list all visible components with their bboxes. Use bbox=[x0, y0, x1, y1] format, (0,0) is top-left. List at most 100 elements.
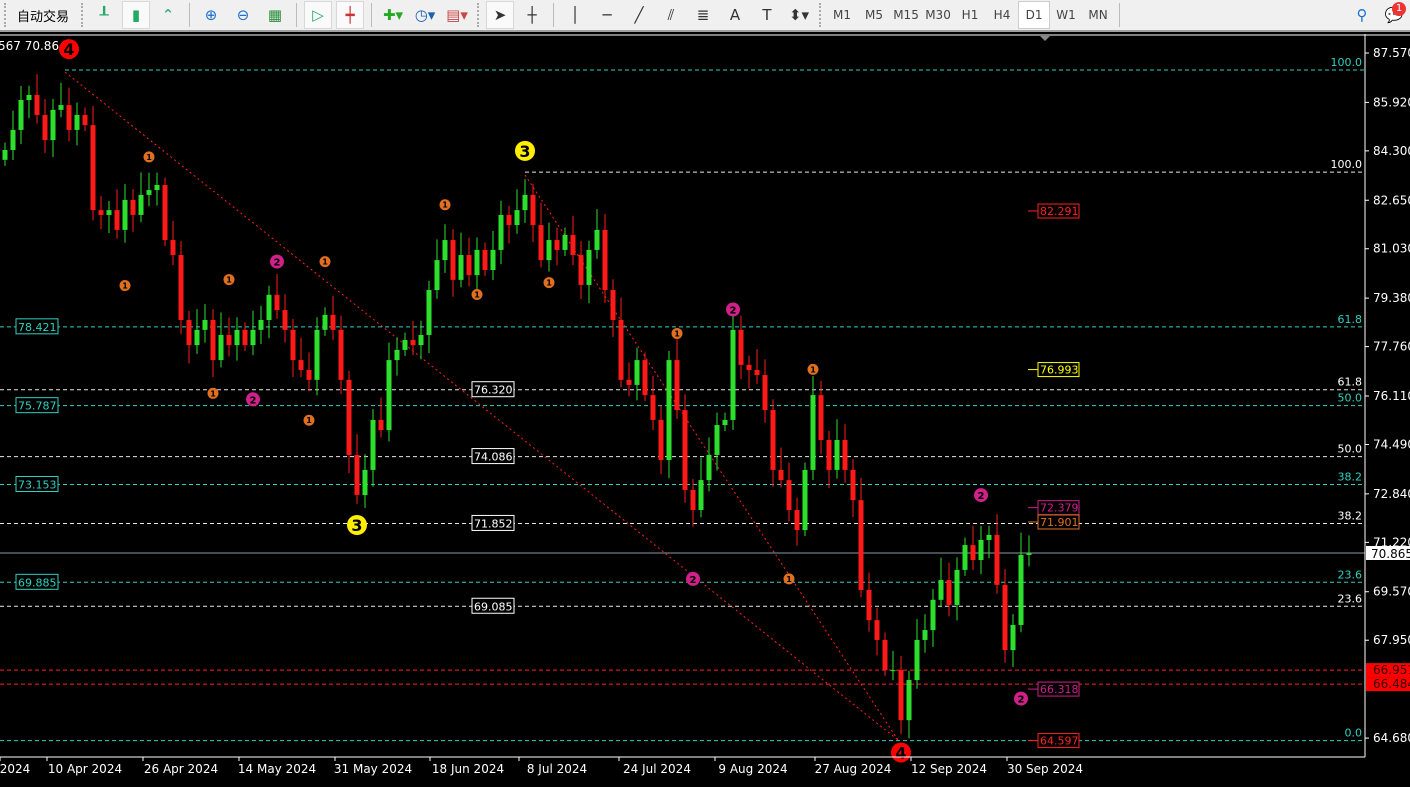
arrows-icon[interactable]: ⬍▾ bbox=[785, 1, 813, 29]
candle-body bbox=[642, 360, 648, 396]
candle-body bbox=[914, 639, 920, 681]
fib-price-tag: 76.320 bbox=[474, 384, 513, 397]
candle-body bbox=[410, 340, 416, 346]
price-chart[interactable]: 100.0 61.8 78.421 50.0 75.787 38.2 73.153 23.6 6… bbox=[0, 34, 1410, 783]
wave-count-label: 3 bbox=[351, 516, 362, 535]
chart-shift-icon[interactable]: ┿ bbox=[336, 1, 365, 29]
candle-body bbox=[418, 334, 424, 346]
candle-body bbox=[90, 125, 96, 211]
fib-level-label: 61.8 bbox=[1338, 313, 1363, 326]
text-label-icon[interactable]: T bbox=[753, 1, 781, 29]
candle-body bbox=[74, 114, 80, 130]
zoom-in-icon[interactable]: ⊕ bbox=[197, 1, 225, 29]
auto-trading-button[interactable]: 自动交易 bbox=[11, 6, 77, 25]
candle-body bbox=[322, 314, 328, 330]
candle-body bbox=[922, 630, 928, 640]
cursor-icon[interactable]: ➤ bbox=[486, 1, 515, 29]
timeframe-m5[interactable]: M5 bbox=[858, 1, 890, 29]
text-icon[interactable]: A bbox=[721, 1, 749, 29]
candle-body bbox=[234, 329, 240, 346]
candle-body bbox=[834, 439, 840, 470]
wave-count-label: 4 bbox=[63, 40, 74, 59]
candle-body bbox=[426, 290, 432, 335]
candle-body bbox=[778, 469, 784, 481]
candle-body bbox=[826, 439, 832, 470]
toolbar-grip[interactable] bbox=[81, 3, 84, 27]
date-axis-label: 26 Apr 2024 bbox=[144, 762, 218, 776]
target-price-label: 76.993 bbox=[1040, 364, 1079, 377]
fib-level-label: 38.2 bbox=[1338, 471, 1363, 484]
crosshair-icon[interactable]: ┼ bbox=[518, 1, 546, 29]
toolbar: 自动交易 ┸ ▮ ⌃ ⊕ ⊖ ▦ ▷ ┿ ✚▾ ◷▾ ▤▾ ➤ ┼ │ ─ ╱ … bbox=[0, 0, 1410, 32]
candle-body bbox=[970, 545, 976, 561]
wave-count-label: 4 bbox=[895, 743, 906, 762]
candle-body bbox=[282, 310, 288, 330]
search-icon[interactable]: ⚲ bbox=[1348, 1, 1376, 29]
timeframe-d1[interactable]: D1 bbox=[1018, 1, 1051, 29]
price-axis-label: 69.570 bbox=[1373, 585, 1410, 599]
fib-price-tag: 75.787 bbox=[18, 400, 57, 413]
candlestick-chart-icon[interactable]: ▮ bbox=[122, 1, 151, 29]
bar-chart-icon[interactable]: ┸ bbox=[90, 1, 118, 29]
candle-body bbox=[706, 454, 712, 481]
timeframe-w1[interactable]: W1 bbox=[1050, 1, 1082, 29]
candle-body bbox=[154, 184, 160, 191]
candle-body bbox=[1002, 584, 1008, 651]
target-price-label: 66.318 bbox=[1040, 683, 1079, 696]
indicators-icon[interactable]: ✚▾ bbox=[379, 1, 407, 29]
periods-clock-icon[interactable]: ◷▾ bbox=[411, 1, 439, 29]
timeframe-m1[interactable]: M1 bbox=[826, 1, 858, 29]
timeframe-mn[interactable]: MN bbox=[1082, 1, 1114, 29]
price-axis-label: 67.950 bbox=[1373, 633, 1410, 647]
candle-body bbox=[802, 469, 808, 531]
equidistant-channel-icon[interactable]: ⫽ bbox=[657, 1, 685, 29]
timeframe-h4[interactable]: H4 bbox=[986, 1, 1018, 29]
chart-canvas[interactable]: 100.0 61.8 78.421 50.0 75.787 38.2 73.153 23.6 6… bbox=[0, 34, 1410, 783]
candle-body bbox=[122, 199, 128, 230]
divider bbox=[553, 3, 555, 27]
candle-body bbox=[650, 395, 656, 420]
candle-body bbox=[554, 240, 560, 250]
toolbar-grip[interactable] bbox=[4, 3, 7, 27]
candle-body bbox=[818, 395, 824, 440]
candle-body bbox=[690, 489, 696, 511]
vertical-line-icon[interactable]: │ bbox=[561, 1, 589, 29]
trendline-icon[interactable]: ╱ bbox=[625, 1, 653, 29]
candle-body bbox=[634, 360, 640, 385]
candle-body bbox=[770, 410, 776, 470]
toolbar-grip[interactable] bbox=[819, 3, 822, 27]
candle-body bbox=[266, 294, 272, 320]
auto-scroll-icon[interactable]: ▷ bbox=[304, 1, 333, 29]
candle-body bbox=[474, 249, 480, 276]
candle-body bbox=[178, 255, 184, 320]
candle-body bbox=[386, 360, 392, 431]
date-axis-label: 2024 bbox=[0, 762, 30, 776]
candle bbox=[682, 394, 688, 503]
zoom-out-icon[interactable]: ⊖ bbox=[229, 1, 257, 29]
date-axis-label: 30 Sep 2024 bbox=[1007, 762, 1083, 776]
candle-body bbox=[546, 240, 552, 261]
line-chart-icon[interactable]: ⌃ bbox=[154, 1, 182, 29]
candle-body bbox=[194, 329, 200, 346]
candle-body bbox=[370, 419, 376, 470]
price-axis-label: 76.110 bbox=[1373, 389, 1410, 403]
fibonacci-icon[interactable]: ≣ bbox=[689, 1, 717, 29]
timeframe-m15[interactable]: M15 bbox=[890, 1, 922, 29]
tile-windows-icon[interactable]: ▦ bbox=[261, 1, 289, 29]
candle-body bbox=[730, 329, 736, 420]
timeframe-m30[interactable]: M30 bbox=[922, 1, 954, 29]
price-axis-label: 77.760 bbox=[1373, 340, 1410, 354]
timeframe-h1[interactable]: H1 bbox=[954, 1, 986, 29]
candle-body bbox=[930, 599, 936, 631]
wave-count-label: 2 bbox=[730, 306, 737, 317]
candle-body bbox=[2, 149, 8, 160]
templates-icon[interactable]: ▤▾ bbox=[443, 1, 471, 29]
candle-body bbox=[42, 114, 48, 141]
candle-body bbox=[506, 214, 512, 226]
price-axis-label: 74.490 bbox=[1373, 437, 1410, 451]
toolbar-grip[interactable] bbox=[477, 3, 480, 27]
date-axis-label: 12 Sep 2024 bbox=[911, 762, 987, 776]
notifications-icon[interactable]: 💬 1 bbox=[1380, 1, 1408, 29]
date-axis-label: 14 May 2024 bbox=[238, 762, 316, 776]
horizontal-line-icon[interactable]: ─ bbox=[593, 1, 621, 29]
